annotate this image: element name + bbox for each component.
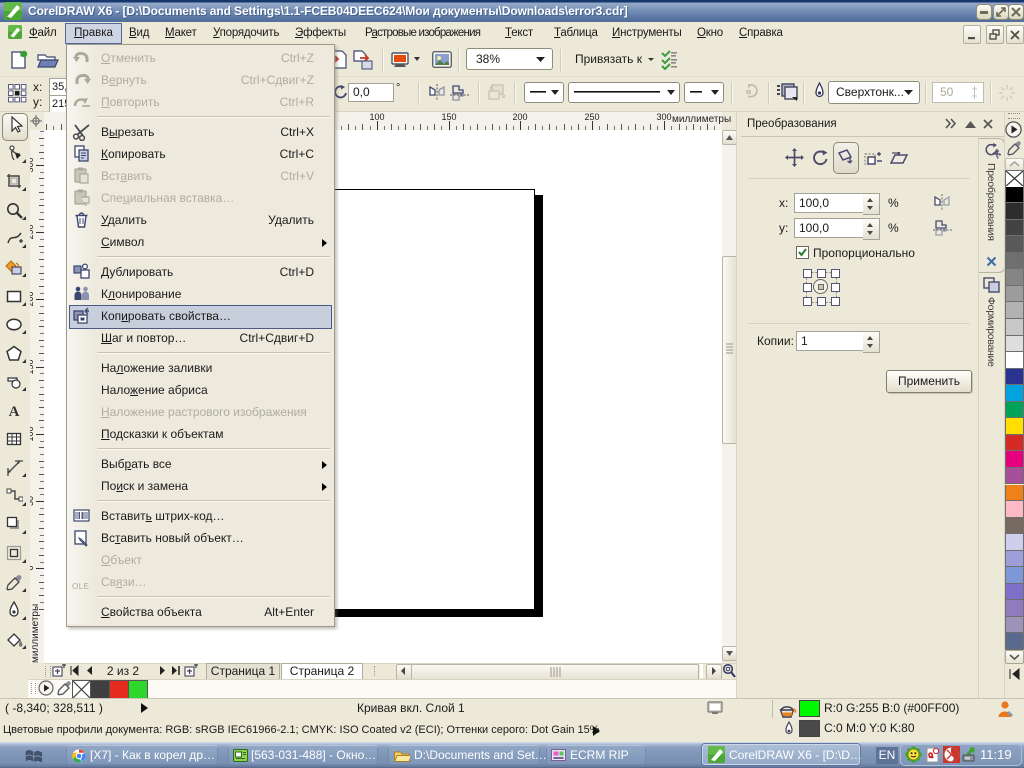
svg-text:A: A [9, 404, 20, 420]
